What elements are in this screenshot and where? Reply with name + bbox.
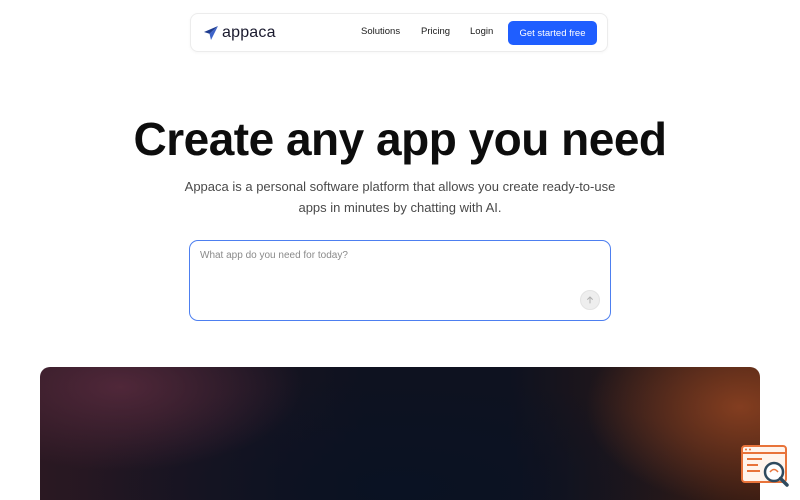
top-navbar: appaca Solutions Pricing Login Get start…	[190, 13, 608, 52]
brand-logo[interactable]: appaca	[203, 22, 276, 44]
hero-title: Create any app you need	[133, 113, 668, 165]
brand-name: appaca	[222, 24, 276, 41]
paper-plane-icon	[203, 25, 219, 41]
send-button[interactable]	[580, 290, 600, 310]
prompt-box	[189, 240, 611, 321]
nav-pricing-link[interactable]: Pricing	[421, 26, 450, 37]
get-started-button[interactable]: Get started free	[508, 21, 597, 45]
nav-login-link[interactable]: Login	[470, 26, 493, 37]
help-widget[interactable]	[740, 444, 792, 492]
arrow-up-icon	[586, 296, 594, 304]
search-document-icon	[740, 444, 792, 492]
app-prompt-input[interactable]	[200, 250, 580, 290]
hero-subtitle: Appaca is a personal software platform t…	[184, 179, 616, 215]
product-showcase-panel	[40, 367, 760, 500]
landing-page: appaca Solutions Pricing Login Get start…	[0, 0, 800, 500]
nav-solutions-link[interactable]: Solutions	[361, 26, 400, 37]
